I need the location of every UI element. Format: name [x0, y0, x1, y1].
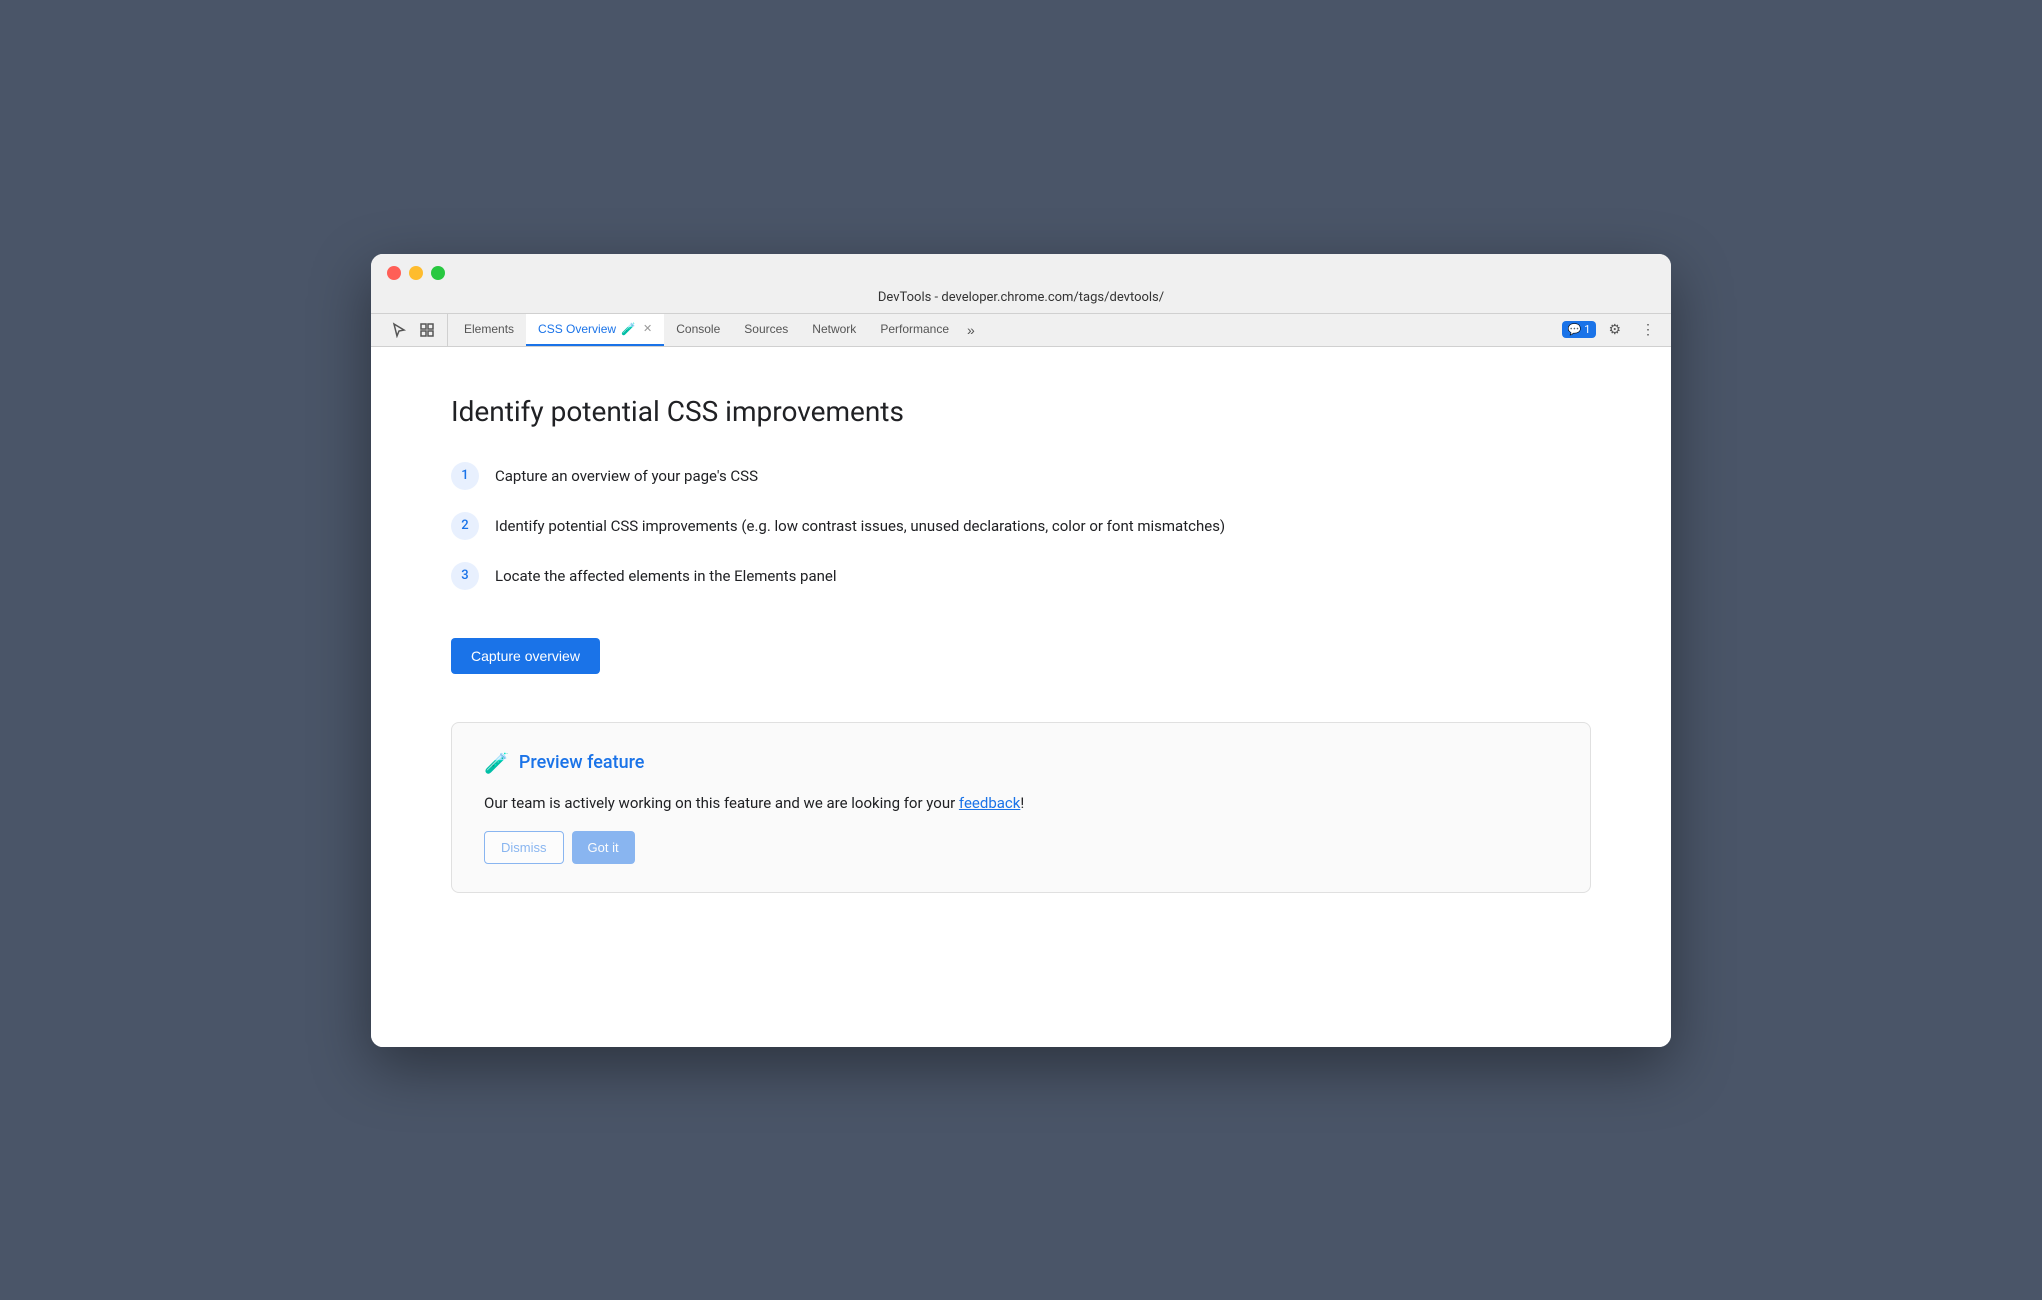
preview-card: 🧪 Preview feature Our team is actively w… — [451, 722, 1591, 893]
tab-icon-group — [379, 314, 448, 346]
close-button[interactable] — [387, 266, 401, 280]
flask-tab-icon: 🧪 — [621, 322, 636, 336]
gear-icon: ⚙ — [1608, 321, 1621, 338]
chat-icon: 💬 — [1568, 323, 1582, 336]
settings-button[interactable]: ⚙ — [1600, 315, 1629, 344]
url-text: DevTools - developer.chrome.com/tags/dev… — [878, 290, 1164, 305]
window-controls — [387, 266, 1655, 280]
browser-window: DevTools - developer.chrome.com/tags/dev… — [371, 254, 1671, 1047]
tab-sources[interactable]: Sources — [732, 314, 800, 346]
capture-overview-button[interactable]: Capture overview — [451, 638, 600, 674]
preview-title: Preview feature — [519, 752, 645, 773]
preview-text-end: ! — [1020, 794, 1024, 812]
notification-badge[interactable]: 💬 1 — [1562, 321, 1597, 338]
preview-text-before: Our team is actively working on this fea… — [484, 794, 959, 812]
step-text-2: Identify potential CSS improvements (e.g… — [495, 510, 1225, 538]
preview-action-buttons: Dismiss Got it — [484, 831, 1558, 864]
cursor-icon[interactable] — [387, 314, 411, 346]
feedback-link[interactable]: feedback — [959, 794, 1020, 812]
devtools-tab-bar: Elements CSS Overview 🧪 ✕ Console Source… — [371, 314, 1671, 347]
page-title: Identify potential CSS improvements — [451, 395, 1591, 428]
tab-close-icon[interactable]: ✕ — [643, 322, 652, 335]
step-number-2: 2 — [451, 512, 479, 540]
tab-network[interactable]: Network — [800, 314, 868, 346]
tab-actions: 💬 1 ⚙ ⋮ — [1562, 314, 1663, 346]
more-options-button[interactable]: ⋮ — [1633, 315, 1663, 344]
title-bar: DevTools - developer.chrome.com/tags/dev… — [371, 254, 1671, 314]
more-tabs-button[interactable]: » — [961, 314, 981, 346]
preview-flask-icon: 🧪 — [484, 751, 509, 775]
maximize-button[interactable] — [431, 266, 445, 280]
minimize-button[interactable] — [409, 266, 423, 280]
step-number-3: 3 — [451, 562, 479, 590]
step-item-2: 2 Identify potential CSS improvements (e… — [451, 510, 1591, 540]
url-bar: DevTools - developer.chrome.com/tags/dev… — [387, 290, 1655, 313]
preview-dismiss-button[interactable]: Dismiss — [484, 831, 564, 864]
step-text-3: Locate the affected elements in the Elem… — [495, 560, 837, 588]
step-item-1: 1 Capture an overview of your page's CSS — [451, 460, 1591, 490]
tab-performance[interactable]: Performance — [868, 314, 961, 346]
inspector-icon[interactable] — [415, 314, 439, 346]
step-number-1: 1 — [451, 462, 479, 490]
ellipsis-icon: ⋮ — [1641, 321, 1655, 338]
step-text-1: Capture an overview of your page's CSS — [495, 460, 758, 488]
step-item-3: 3 Locate the affected elements in the El… — [451, 560, 1591, 590]
preview-description: Our team is actively working on this fea… — [484, 791, 1558, 815]
preview-action-button[interactable]: Got it — [572, 831, 635, 864]
steps-list: 1 Capture an overview of your page's CSS… — [451, 460, 1591, 590]
main-content: Identify potential CSS improvements 1 Ca… — [371, 347, 1671, 1047]
tab-css-overview[interactable]: CSS Overview 🧪 ✕ — [526, 314, 664, 346]
preview-header: 🧪 Preview feature — [484, 751, 1558, 775]
tab-console[interactable]: Console — [664, 314, 732, 346]
tab-elements[interactable]: Elements — [452, 314, 526, 346]
